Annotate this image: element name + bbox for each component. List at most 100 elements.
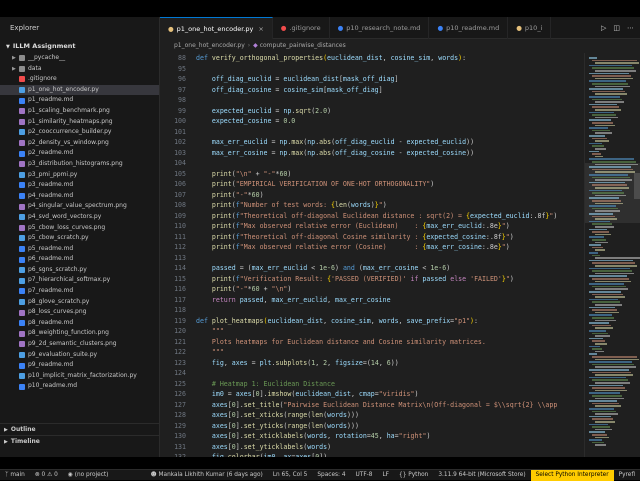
folder-item[interactable]: ▶ __pycache__ bbox=[0, 53, 159, 64]
project-status[interactable]: ◉ (no project) bbox=[63, 472, 114, 478]
python-version[interactable]: 3.11.9 64-bit (Microsoft Store) bbox=[433, 472, 530, 478]
minimap-line bbox=[595, 413, 618, 415]
line-number: 108 bbox=[174, 201, 186, 209]
file-item[interactable]: p10_readme.md bbox=[0, 381, 159, 392]
file-item[interactable]: p8_glove_scratch.py bbox=[0, 297, 159, 308]
code-line: 101 bbox=[160, 127, 584, 138]
minimap-line bbox=[592, 356, 637, 358]
line-number: 112 bbox=[174, 243, 186, 251]
editor-tabs: ● p1_one_hot_encoder.py × ● .gitignore ● p10_r… bbox=[160, 17, 640, 39]
code-text: def verify_orthogonal_properties(euclide… bbox=[196, 54, 467, 62]
minimap-line bbox=[589, 174, 628, 176]
explorer-title: Explorer bbox=[10, 24, 40, 32]
file-item[interactable]: p10_implicit_matrix_factorization.py bbox=[0, 371, 159, 382]
eol[interactable]: LF bbox=[377, 472, 394, 478]
minimap-line bbox=[592, 301, 620, 303]
outline-section[interactable]: ▶ Outline bbox=[0, 423, 159, 434]
file-item[interactable]: p6_sgns_scratch.py bbox=[0, 265, 159, 276]
code-line: 88 def verify_orthogonal_properties(eucli… bbox=[160, 53, 584, 64]
tree-item-label: p2_cooccurrence_builder.py bbox=[28, 128, 112, 136]
file-item[interactable]: p1_readme.md bbox=[0, 95, 159, 106]
minimap-line bbox=[595, 210, 620, 212]
minimap-line bbox=[592, 207, 618, 210]
file-item[interactable]: p3_distribution_histograms.png bbox=[0, 159, 159, 170]
editor-tab[interactable]: ● p1_one_hot_encoder.py × bbox=[160, 17, 273, 39]
file-item[interactable]: p5_cbow_scratch.py bbox=[0, 233, 159, 244]
file-item[interactable]: .gitignore bbox=[0, 74, 159, 85]
minimap-line bbox=[592, 98, 622, 101]
minimap-line bbox=[595, 428, 612, 431]
branch-status[interactable]: ᛉ main bbox=[0, 472, 30, 478]
problems-status[interactable]: ⊗ 0 ⚠ 0 bbox=[30, 472, 63, 478]
minimap-line bbox=[592, 387, 625, 389]
file-item[interactable]: p3_readme.md bbox=[0, 180, 159, 191]
file-icon bbox=[19, 373, 25, 380]
minimap-line bbox=[589, 236, 604, 238]
tab-label: p10_readme.md bbox=[446, 24, 500, 32]
editor-tab[interactable]: ● p10_research_note.md bbox=[330, 17, 430, 39]
language-label: Python bbox=[408, 472, 429, 478]
code-line: 116 print("-"*60 + "\n") bbox=[160, 284, 584, 295]
minimap-line bbox=[589, 57, 597, 59]
encoding[interactable]: UTF-8 bbox=[351, 472, 378, 478]
code-line: 114 passed = (max_err_euclid < 1e-6) and… bbox=[160, 263, 584, 274]
run-icon[interactable]: ▷ bbox=[601, 24, 606, 32]
tree-item-label: p4_readme.md bbox=[28, 191, 74, 199]
minimap-line bbox=[595, 436, 609, 439]
file-item[interactable]: p4_singular_value_spectrum.png bbox=[0, 201, 159, 212]
file-item[interactable]: p9_evaluation_suite.py bbox=[0, 350, 159, 361]
more-icon[interactable]: ⋯ bbox=[627, 24, 634, 32]
split-editor-icon[interactable]: ◫ bbox=[613, 24, 620, 32]
project-folder[interactable]: ▼ ILLM Assignment bbox=[0, 39, 159, 53]
timeline-section[interactable]: ▶ Timeline bbox=[0, 435, 159, 446]
editor-tab[interactable]: ● p10_readme.md bbox=[429, 17, 509, 39]
minimap-line bbox=[592, 106, 619, 108]
file-item[interactable]: p1_similarity_heatmaps.png bbox=[0, 117, 159, 128]
breadcrumb-symbol[interactable]: compute_pairwise_distances bbox=[260, 42, 346, 49]
file-item[interactable]: p9_2d_semantic_clusters.png bbox=[0, 339, 159, 350]
tree-item-label: p6_sgns_scratch.py bbox=[28, 265, 87, 273]
indentation[interactable]: Spaces: 4 bbox=[312, 472, 350, 478]
minimap[interactable] bbox=[584, 53, 640, 457]
cursor-position[interactable]: Ln 65, Col 5 bbox=[268, 472, 313, 478]
editor-tab[interactable]: ● p10_i bbox=[508, 17, 552, 39]
file-item[interactable]: p8_loss_curves.png bbox=[0, 307, 159, 318]
file-item[interactable]: p4_readme.md bbox=[0, 191, 159, 202]
code-editor[interactable]: 88 def verify_orthogonal_properties(eucli… bbox=[160, 53, 584, 457]
file-item[interactable]: p5_readme.md bbox=[0, 244, 159, 255]
file-item[interactable]: p6_readme.md bbox=[0, 254, 159, 265]
line-number: 110 bbox=[174, 222, 186, 230]
file-item[interactable]: p9_readme.md bbox=[0, 360, 159, 371]
folder-item[interactable]: ▶ data bbox=[0, 64, 159, 75]
line-number: 115 bbox=[174, 274, 186, 283]
file-item[interactable]: p4_svd_word_vectors.py bbox=[0, 212, 159, 223]
file-item[interactable]: p2_density_vs_window.png bbox=[0, 138, 159, 149]
line-number: 123 bbox=[174, 358, 186, 367]
file-item[interactable]: p7_hierarchical_softmax.py bbox=[0, 275, 159, 286]
file-item[interactable]: p2_cooccurrence_builder.py bbox=[0, 127, 159, 138]
breadcrumb-file[interactable]: p1_one_hot_encoder.py bbox=[174, 42, 245, 49]
tree-item-label: p9_readme.md bbox=[28, 361, 74, 369]
file-item[interactable]: p8_weighting_function.png bbox=[0, 328, 159, 339]
file-item[interactable]: p5_cbow_loss_curves.png bbox=[0, 223, 159, 234]
code-line: 111 print(f"Theoretical off-diagonal Cos… bbox=[160, 232, 584, 243]
close-icon[interactable]: × bbox=[258, 18, 263, 40]
minimap-line bbox=[595, 179, 632, 181]
file-item[interactable]: p1_scaling_benchmark.png bbox=[0, 106, 159, 117]
git-blame[interactable]: ☻ Mankala Likhith Kumar (6 days ago) bbox=[146, 472, 268, 478]
file-item[interactable]: p8_readme.md bbox=[0, 318, 159, 329]
tree-item-label: p10_readme.md bbox=[28, 382, 78, 390]
pyrefly-status[interactable]: Pyrefl bbox=[614, 472, 640, 478]
minimap-line bbox=[595, 249, 605, 251]
line-number: 116 bbox=[174, 285, 186, 293]
language-mode[interactable]: {} Python bbox=[394, 472, 433, 478]
file-item[interactable]: p7_readme.md bbox=[0, 286, 159, 297]
select-interpreter-button[interactable]: Select Python Interpreter bbox=[530, 469, 614, 481]
scrollbar-thumb[interactable] bbox=[634, 173, 640, 199]
minimap-line bbox=[595, 319, 616, 322]
file-item[interactable]: p1_one_hot_encoder.py bbox=[0, 84, 159, 96]
file-item[interactable]: p2_readme.md bbox=[0, 148, 159, 159]
code-line: 103 max_err_cosine = np.max(np.abs(off_d… bbox=[160, 148, 584, 159]
file-item[interactable]: p3_pmi_ppmi.py bbox=[0, 170, 159, 181]
editor-tab[interactable]: ● .gitignore bbox=[273, 17, 330, 39]
